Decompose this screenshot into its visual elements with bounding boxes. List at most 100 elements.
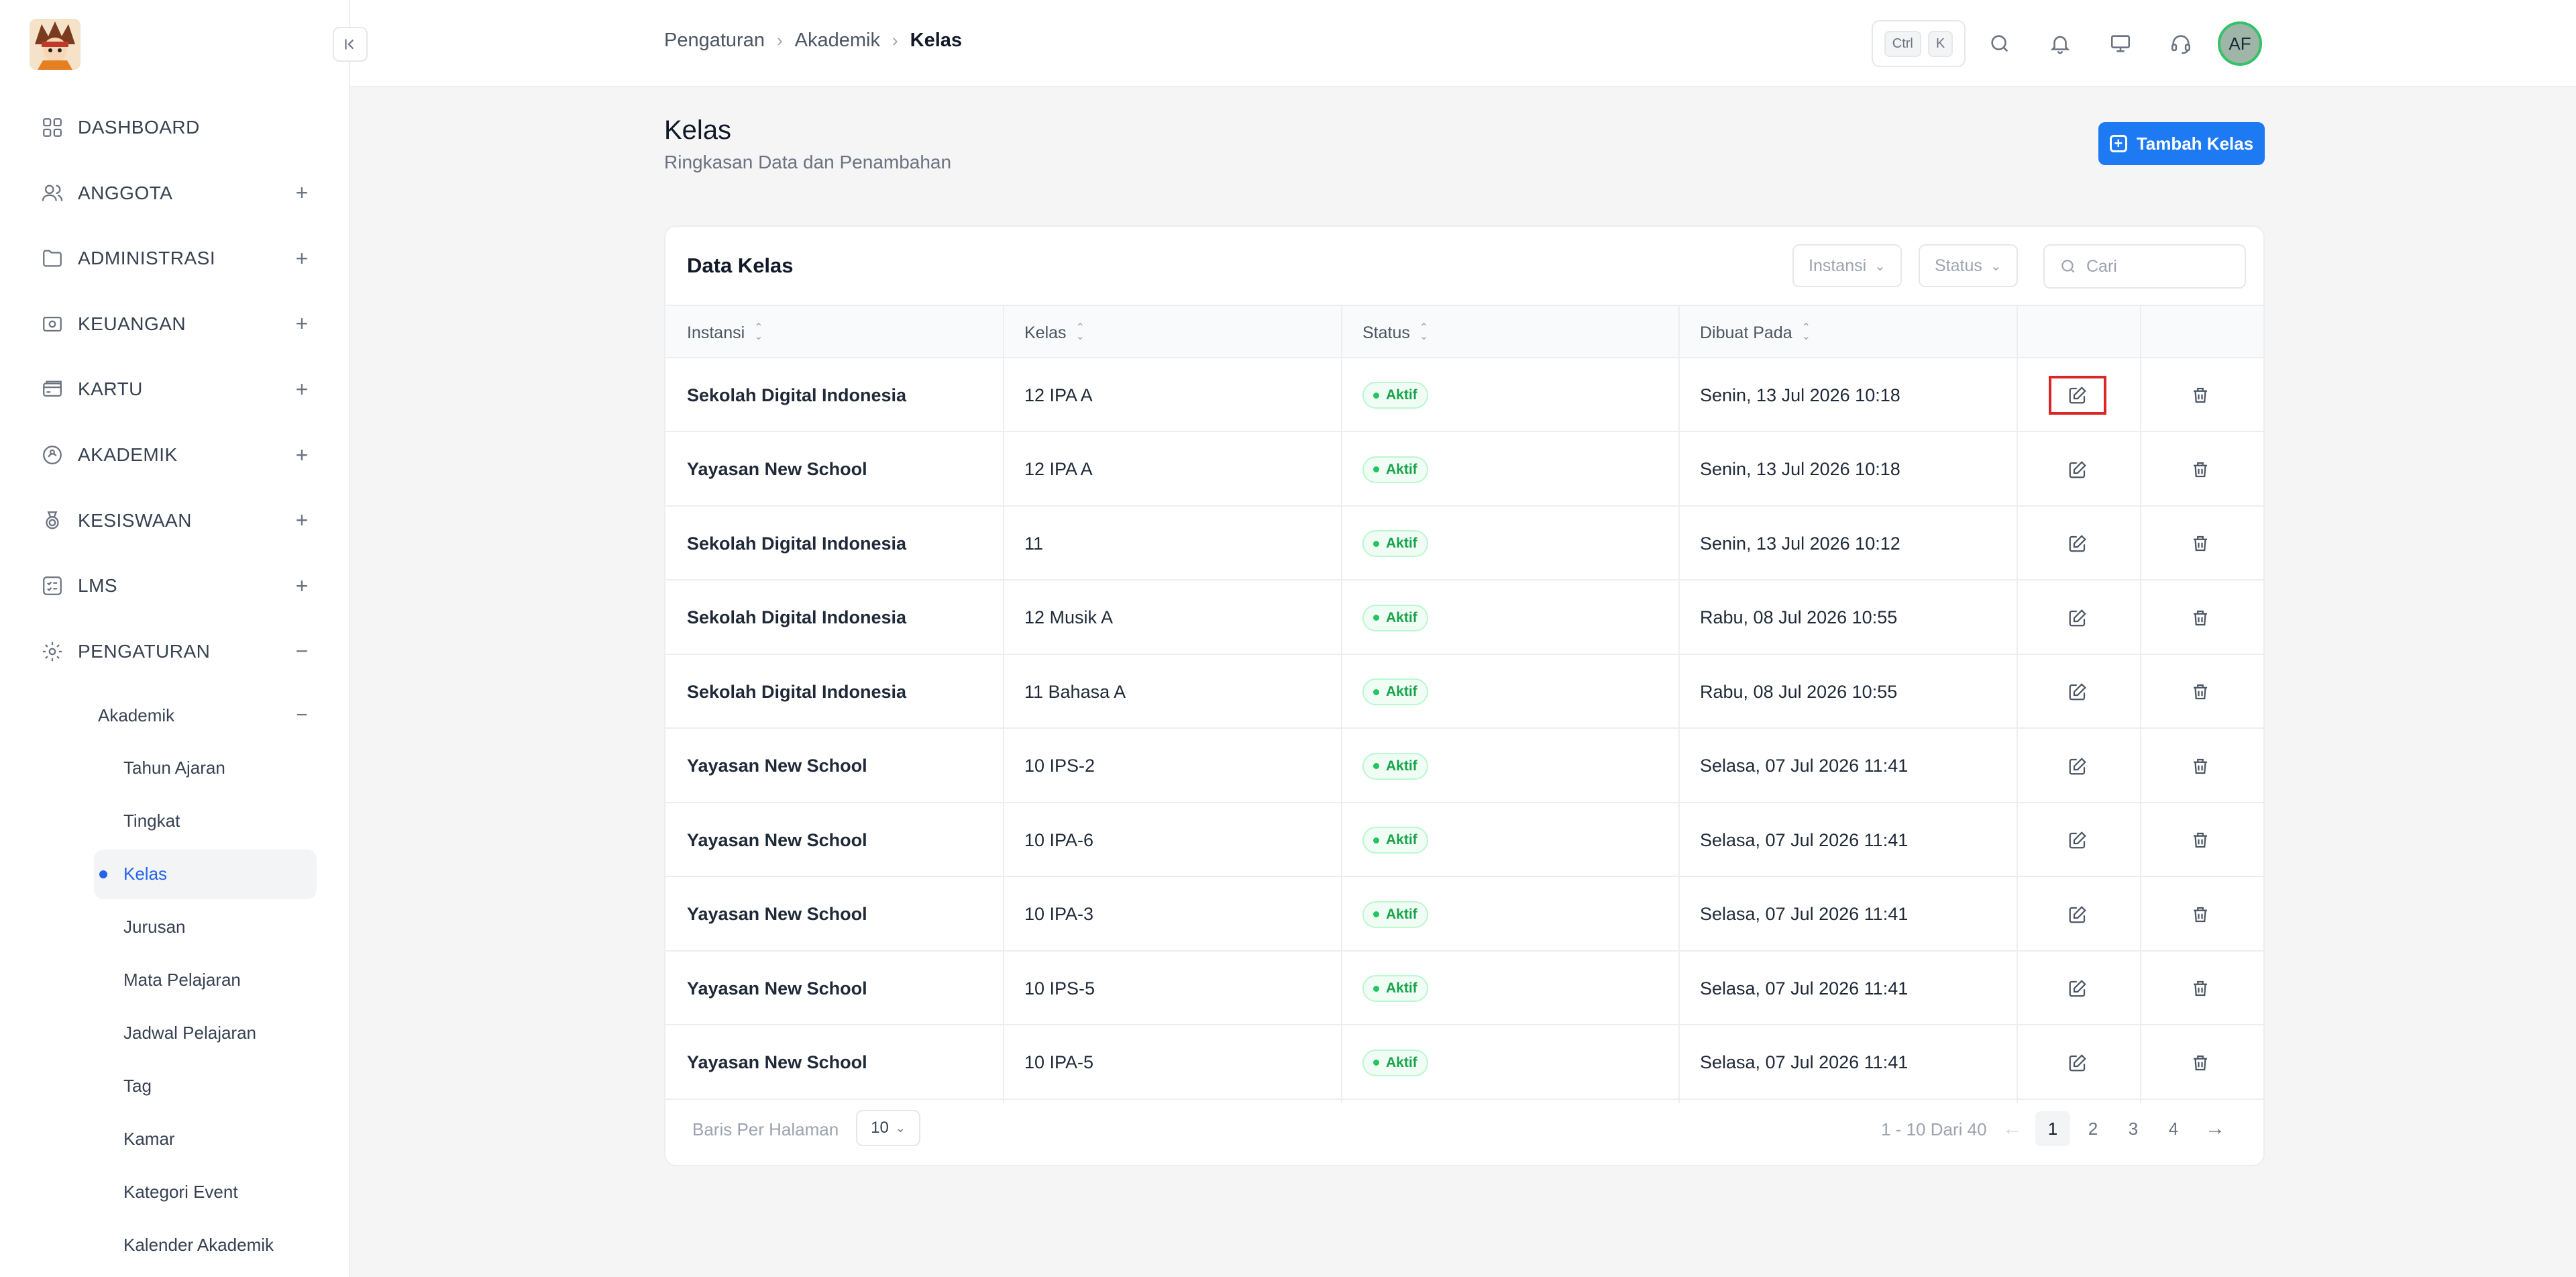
grid-icon: [39, 114, 66, 141]
status-badge: Aktif: [1362, 1049, 1428, 1076]
table-row[interactable]: Sekolah Digital Indonesia 12 Musik A Aktif…: [665, 581, 2263, 655]
table-row[interactable]: Sekolah Digital Indonesia 11 Bahasa A Akti…: [665, 655, 2263, 729]
trash-icon[interactable]: [2187, 530, 2214, 557]
page-button[interactable]: 1: [2035, 1111, 2070, 1146]
sidebar-item-lms[interactable]: LMS +: [39, 564, 314, 607]
search-input[interactable]: [2086, 256, 2241, 276]
sidebar-sub-item[interactable]: Kelas: [123, 852, 167, 895]
sidebar-item-akademik[interactable]: AKADEMIK +: [39, 433, 314, 476]
trash-icon[interactable]: [2187, 827, 2214, 854]
filter-instansi-dropdown[interactable]: Instansi ⌄: [1792, 244, 1902, 287]
trash-icon[interactable]: [2187, 901, 2214, 928]
table-row[interactable]: Yayasan New School 10 IPS-5 Aktif Selasa, 0…: [665, 952, 2263, 1025]
sidebar-item-dashboard[interactable]: DASHBOARD: [39, 106, 314, 149]
sidebar-item-label: AKADEMIK: [78, 444, 178, 465]
edit-icon[interactable]: [2064, 753, 2091, 780]
cell-kelas: 12 Musik A: [1024, 607, 1114, 627]
sidebar-sub-item[interactable]: Tingkat: [123, 799, 180, 842]
sidebar-item-kartu[interactable]: KARTU +: [39, 368, 314, 411]
cell-dibuat-pada: Selasa, 07 Jul 2026 11:41: [1700, 829, 1909, 850]
collapse-sidebar-button[interactable]: [333, 27, 368, 62]
edit-icon[interactable]: [2064, 456, 2091, 483]
sidebar-item-pengaturan[interactable]: PENGATURAN −: [39, 630, 314, 673]
column-header-instansi[interactable]: Instansi ⌃ ⌄: [687, 306, 763, 360]
data-table-card: Data Kelas Instansi ⌄ Status ⌄ Instansi …: [664, 225, 2265, 1166]
filter-status-dropdown[interactable]: Status ⌄: [1919, 244, 2018, 287]
edit-icon[interactable]: [2064, 975, 2091, 1002]
trash-icon[interactable]: [2187, 456, 2214, 483]
expand-icon: +: [295, 573, 309, 598]
command-palette-shortcut[interactable]: Ctrl K: [1872, 20, 1966, 67]
rows-per-page-select[interactable]: 10 ⌄: [856, 1110, 920, 1146]
sidebar-item-label: ADMINISTRASI: [78, 248, 216, 269]
edit-icon[interactable]: [2064, 1050, 2091, 1076]
page-button[interactable]: 2: [2076, 1111, 2110, 1146]
edit-icon[interactable]: [2064, 827, 2091, 854]
table-row[interactable]: Yayasan New School 10 IPA-6 Aktif Selasa, 0…: [665, 803, 2263, 877]
collapse-group-icon: −: [296, 704, 308, 726]
sidebar-item-anggota[interactable]: ANGGOTA +: [39, 172, 314, 215]
trash-icon[interactable]: [2187, 975, 2214, 1002]
headset-icon[interactable]: [2165, 28, 2196, 59]
edit-icon[interactable]: [2064, 530, 2091, 557]
edit-icon[interactable]: [2064, 605, 2091, 631]
sidebar-sub-item[interactable]: Tag: [123, 1064, 152, 1107]
gear-icon: [39, 638, 66, 665]
chevron-down-icon: ⌄: [1874, 258, 1886, 274]
trash-icon[interactable]: [2187, 382, 2214, 409]
sidebar-sub-item[interactable]: Kategori Event: [123, 1170, 238, 1213]
sidebar-sub-item[interactable]: Kalender Akademik: [123, 1223, 274, 1266]
sidebar-sub-item[interactable]: Tahun Ajaran: [123, 746, 225, 789]
next-page-button[interactable]: →: [2198, 1111, 2233, 1146]
prev-page-button[interactable]: ←: [1995, 1111, 2030, 1146]
sidebar-item-administrasi[interactable]: ADMINISTRASI +: [39, 237, 314, 280]
table-row[interactable]: Yayasan New School 10 IPA-3 Aktif Selasa, 0…: [665, 878, 2263, 952]
search-field[interactable]: [2043, 244, 2246, 289]
sidebar-sub-item[interactable]: Kamar: [123, 1117, 175, 1160]
user-avatar[interactable]: AF: [2218, 21, 2262, 66]
table-row[interactable]: Sekolah Digital Indonesia 11 Aktif Senin, 1…: [665, 507, 2263, 580]
add-class-button[interactable]: + Tambah Kelas: [2098, 122, 2265, 165]
cell-dibuat-pada: Selasa, 07 Jul 2026 11:41: [1700, 1052, 1909, 1072]
cell-kelas: 10 IPA-5: [1024, 1052, 1094, 1072]
app-logo[interactable]: [30, 19, 80, 70]
sidebar-group-akademik[interactable]: Akademik −: [98, 694, 314, 737]
sidebar-sub-item[interactable]: Jadwal Pelajaran: [123, 1011, 256, 1054]
trash-icon[interactable]: [2187, 1050, 2214, 1076]
status-dot-icon: [1373, 466, 1379, 472]
cell-status: Aktif: [1362, 803, 1428, 877]
cell-instansi: Yayasan New School: [687, 1052, 867, 1072]
sidebar-item-kesiswaan[interactable]: KESISWAAN +: [39, 499, 314, 542]
breadcrumb-item[interactable]: Pengaturan: [664, 30, 765, 52]
search-icon: [2061, 260, 2075, 273]
monitor-icon[interactable]: [2105, 28, 2136, 59]
sidebar-sub-item[interactable]: Jurusan: [123, 905, 186, 948]
edit-icon[interactable]: [2064, 901, 2091, 928]
pagination-range: 1 - 10 Dari 40: [1881, 1119, 1987, 1139]
column-header-dibuat-pada[interactable]: Dibuat Pada ⌃ ⌄: [1700, 306, 1811, 360]
users-icon: [39, 180, 66, 207]
sidebar-item-keuangan[interactable]: KEUANGAN +: [39, 303, 314, 346]
table-row[interactable]: Yayasan New School 10 IPA-5 Aktif Selasa, 0…: [665, 1026, 2263, 1100]
trash-icon[interactable]: [2187, 753, 2214, 780]
edit-icon[interactable]: [2064, 678, 2091, 705]
column-header-kelas[interactable]: Kelas ⌃ ⌄: [1024, 306, 1085, 360]
breadcrumb-item[interactable]: Akademik: [795, 30, 880, 52]
page-button[interactable]: 3: [2116, 1111, 2151, 1146]
sidebar-sub-item[interactable]: Mata Pelajaran: [123, 958, 241, 1001]
expand-icon: +: [295, 442, 309, 467]
table-row[interactable]: Yayasan New School 10 IPS-2 Aktif Selasa, 0…: [665, 729, 2263, 803]
cell-status: Aktif: [1362, 878, 1428, 952]
table-row[interactable]: Sekolah Digital Indonesia 12 IPA A Aktif Se…: [665, 358, 2263, 432]
trash-icon[interactable]: [2187, 605, 2214, 631]
cell-kelas: 12 IPA A: [1024, 459, 1093, 479]
bell-icon[interactable]: [2045, 28, 2076, 59]
search-icon[interactable]: [1984, 28, 2015, 59]
column-header-status[interactable]: Status ⌃ ⌄: [1362, 306, 1428, 360]
filter-label: Instansi: [1809, 256, 1867, 275]
page-button[interactable]: 4: [2156, 1111, 2191, 1146]
trash-icon[interactable]: [2187, 678, 2214, 705]
table-row[interactable]: Yayasan New School 12 IPA A Aktif Senin, 13…: [665, 433, 2263, 507]
expand-icon: +: [295, 246, 309, 270]
cell-kelas: 10 IPS-2: [1024, 756, 1095, 776]
